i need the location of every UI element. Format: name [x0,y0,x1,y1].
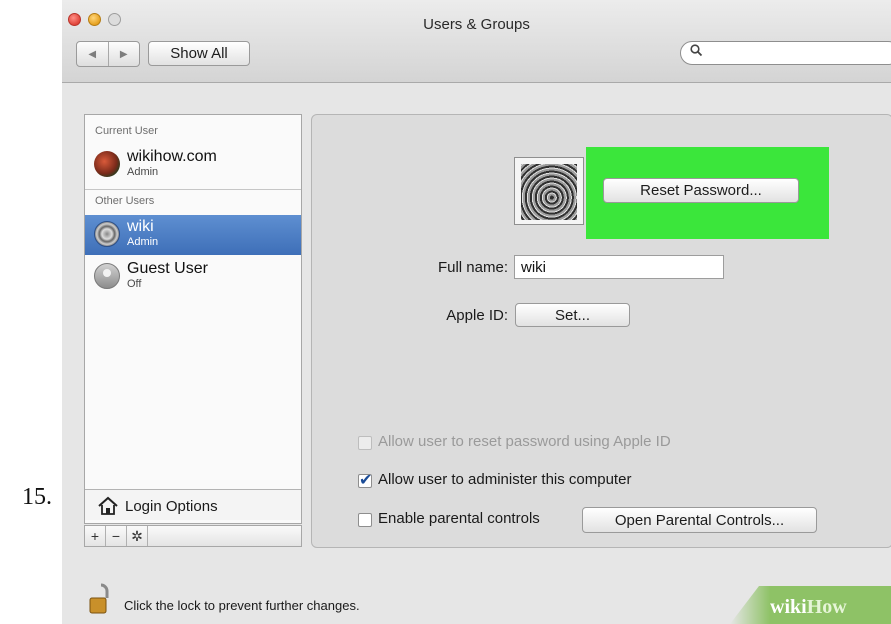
window-title: Users & Groups [423,16,530,33]
administer-computer-checkbox[interactable]: ✔ [358,472,372,489]
remove-user-button[interactable]: − [106,526,127,546]
apple-id-label: Apple ID: [446,307,508,324]
sidebar-item-wiki[interactable]: wiki Admin [85,215,301,255]
house-icon [97,496,119,521]
user-role: Off [127,278,142,290]
window-toolbar: Users & Groups ◀ ▶ Show All [62,0,891,83]
current-user-heading: Current User [95,125,158,137]
full-name-field[interactable]: wiki [514,255,724,279]
users-groups-window: Users & Groups ◀ ▶ Show All Current User… [62,0,891,624]
sidebar-actions-bar: + − ✲ [84,525,302,547]
wikihow-logo-how: How [806,596,847,618]
parental-controls-checkbox[interactable] [358,513,372,527]
checkmark-icon: ✔ [359,472,373,489]
back-arrow-icon[interactable]: ◀ [77,42,109,66]
reset-with-apple-id-checkbox[interactable] [358,436,372,450]
add-user-button[interactable]: + [85,526,106,546]
user-name: Guest User [127,260,208,277]
forward-arrow-icon[interactable]: ▶ [109,42,140,66]
divider [85,189,301,190]
open-parental-controls-button[interactable]: Open Parental Controls... [582,507,817,533]
gear-icon[interactable]: ✲ [127,526,148,546]
reset-password-button[interactable]: Reset Password... [603,178,799,203]
step-number: 15. [22,484,52,510]
user-picture[interactable] [514,157,584,225]
wikihow-watermark: wikiHow [730,586,891,624]
avatar [94,151,120,177]
reset-with-apple-id-label: Allow user to reset password using Apple… [378,433,671,450]
search-field[interactable] [680,41,891,65]
lock-status-text: Click the lock to prevent further change… [124,598,360,613]
search-icon [690,44,703,60]
user-picture-image [521,164,577,220]
other-users-heading: Other Users [95,195,155,207]
sidebar-item-wikihow-com[interactable]: wikihow.com Admin [85,145,301,185]
guest-avatar-icon [94,263,120,289]
lock-icon[interactable] [88,582,114,621]
wikihow-logo-wiki: wiki [770,596,807,618]
user-role: Admin [127,236,159,248]
user-name: wiki [127,218,154,235]
show-all-button[interactable]: Show All [148,41,250,66]
apple-id-set-button[interactable]: Set... [515,303,630,327]
login-options-label: Login Options [125,498,218,515]
avatar [94,221,120,247]
back-forward-buttons: ◀ ▶ [76,41,140,67]
parental-controls-label: Enable parental controls [378,510,540,527]
wikihow-logo-text: wikiHow [770,596,847,619]
users-sidebar: Current User wikihow.com Admin Other Use… [84,114,302,524]
user-name: wikihow.com [127,148,217,165]
user-role: Admin [127,166,159,178]
administer-computer-label: Allow user to administer this computer [378,471,632,488]
sidebar-item-guest-user[interactable]: Guest User Off [85,257,301,297]
full-name-label: Full name: [437,259,508,276]
login-options-item[interactable]: Login Options [85,489,301,520]
